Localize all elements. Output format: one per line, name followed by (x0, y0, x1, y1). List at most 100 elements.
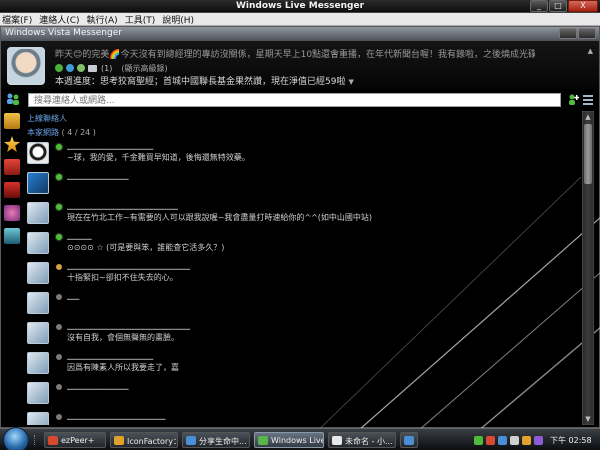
personal-message[interactable]: 昨天😊的完美🌈今天沒有到總經理的專訪沒關係，星期天早上10點還會重播，在年代新聞… (55, 47, 535, 59)
inner-window-controls (558, 28, 596, 39)
contact-avatar (27, 142, 49, 164)
add-contact-button-icon[interactable] (567, 94, 579, 105)
contact-avatar (27, 232, 49, 254)
contact-group-title[interactable]: 本家網路 ( 4 / 24 ) (23, 127, 575, 139)
menu-file[interactable]: 檔案(F) (2, 13, 32, 26)
menu-contacts[interactable]: 連絡人(C) (39, 13, 79, 26)
contact-name: ▁▁▁▁▁▁▁▁▁▁▁▁▁▁▁▁ (67, 411, 166, 420)
presence-offline-icon (56, 324, 62, 330)
contact-item[interactable]: ▁▁▁▁▁▁▁▁▁▁ (23, 169, 575, 199)
messenger-tray-icon[interactable] (474, 435, 483, 445)
task-iconfactory[interactable]: IconFactory：... (110, 432, 178, 448)
system-tray: 下午 02:58 (472, 431, 600, 449)
window-icon (404, 436, 414, 445)
bell-icon[interactable] (4, 113, 20, 129)
search-tools (567, 94, 593, 105)
network-icon[interactable] (498, 435, 507, 445)
messenger-window: Windows Vista Messenger 昨天😊的完美🌈今天沒有到總經理的… (0, 26, 600, 437)
contact-avatar (27, 382, 49, 404)
contact-avatar (27, 322, 49, 344)
contact-item[interactable]: ▁▁▁▁▁▁▁▁▁▁▁▁▁▁▁▁▁▁ 現在在竹北工作~有需要的人可以跟我說喔~我… (23, 199, 575, 229)
contact-item[interactable]: ▁▁▁▁ ⊙⊙⊙⊙ ☆ (可是要與笨，誰能查它活多久？) (23, 229, 575, 259)
presence-offline-icon (56, 414, 62, 420)
profile-collapse-icon[interactable]: ▲ (588, 47, 593, 55)
contact-avatar (27, 292, 49, 314)
iconfactory-icon (114, 436, 124, 445)
contact-message: ⊙⊙⊙⊙ ☆ (可是要與笨，誰能查它活多久？) (67, 243, 225, 252)
view-options-icon[interactable] (583, 94, 593, 105)
task-browser[interactable]: 分享生命中... (182, 432, 250, 448)
contact-item[interactable]: ▁▁▁▁▁▁▁▁▁▁▁▁▁▁ 因爲有陳素人所以我要走了，嘉 (23, 349, 575, 379)
contact-avatar (27, 172, 49, 194)
minimize-button[interactable]: _ (530, 0, 548, 12)
scroll-down-icon[interactable]: ▼ (583, 414, 593, 424)
clock[interactable]: 下午 02:58 (550, 435, 592, 446)
profile-panel: 昨天😊的完美🌈今天沒有到總經理的專訪沒關係，星期天早上10點還會重播，在年代新聞… (1, 41, 599, 89)
presence-offline-icon (56, 294, 62, 300)
menu-help[interactable]: 說明(H) (162, 13, 194, 26)
messenger-icon (258, 436, 268, 445)
volume-icon[interactable] (510, 435, 519, 445)
star-icon[interactable] (4, 136, 20, 152)
display-picture[interactable] (7, 47, 45, 85)
contact-item[interactable]: ▁▁▁▁▁▁▁▁▁▁▁▁▁▁▁▁▁▁▁▁ 沒有自我，會個無聲無的畫臉。 (23, 319, 575, 349)
spaces-icon[interactable] (66, 64, 74, 72)
security-icon[interactable] (522, 435, 531, 445)
now-playing[interactable]: 本週進度：思考狡窩聖經；首城中國聯長基金果然讚，現在淨值已經59啦 ▼ (55, 74, 354, 87)
presence-online-icon[interactable] (55, 64, 63, 72)
contact-item[interactable]: ▁▁▁▁▁▁▁▁▁▁▁▁▁▁▁▁ (23, 409, 575, 425)
mail-icon[interactable] (88, 64, 97, 72)
scroll-up-icon[interactable]: ▲ (583, 112, 593, 122)
contact-avatar (27, 262, 49, 284)
inner-close-button[interactable] (578, 28, 596, 39)
search-input[interactable] (28, 93, 561, 107)
inner-title-text: Windows Vista Messenger (5, 28, 122, 38)
contact-name: ▁▁▁▁▁▁▁▁▁▁▁▁▁▁ (67, 141, 154, 150)
presence-online-icon (56, 204, 62, 210)
add-contact-icon[interactable] (6, 93, 20, 105)
tray-app-icon[interactable] (534, 435, 543, 445)
menu-tools[interactable]: 工具(T) (125, 13, 156, 26)
notepad-icon (332, 436, 342, 445)
scroll-thumb[interactable] (584, 124, 592, 184)
contact-group-header[interactable]: 上線聯絡人 (23, 111, 575, 127)
contact-message: ~球，我的愛，千金難買早知道，後悔還無特效藥。 (67, 153, 250, 162)
display-name[interactable]: (顯示高級錄) (121, 63, 167, 74)
group-name: 本家網路 (27, 128, 59, 137)
task-extra[interactable] (400, 432, 418, 448)
task-ezpeer[interactable]: ezPeer+ (44, 432, 106, 448)
close-button[interactable]: X (568, 0, 598, 12)
window-titlebar[interactable]: Windows Live Messenger _ □ X (0, 0, 600, 13)
ezpeer-tray-icon[interactable] (486, 435, 495, 445)
contact-name: ▁▁▁▁▁▁▁▁▁▁ (67, 381, 129, 390)
photo-icon[interactable] (4, 228, 20, 244)
contact-item[interactable]: ▁▁▁▁▁▁▁▁▁▁▁▁▁▁ ~球，我的愛，千金難買早知道，後悔還無特效藥。 (23, 139, 575, 169)
menu-actions[interactable]: 執行(A) (87, 13, 118, 26)
inner-minimize-button[interactable] (559, 28, 577, 39)
contact-name: ▁▁▁▁▁▁▁▁▁▁ (67, 171, 129, 180)
presence-offline-icon (56, 384, 62, 390)
contact-item[interactable]: ▁▁▁▁▁▁▁▁▁▁▁▁▁▁▁▁▁▁▁▁ 十指緊扣~卻扣不住失去的心。 (23, 259, 575, 289)
task-messenger[interactable]: Windows Live... (254, 432, 324, 448)
chevron-down-icon[interactable]: ▼ (348, 78, 353, 86)
contact-card-icon[interactable] (77, 64, 85, 72)
contact-avatar (27, 412, 49, 425)
start-button[interactable] (3, 427, 29, 450)
contact-item[interactable]: ▁▁▁▁▁▁▁▁▁▁ (23, 379, 575, 409)
tab-rail (3, 113, 23, 423)
window-controls: _ □ X (529, 0, 598, 12)
hinet-icon[interactable] (4, 159, 20, 175)
news-icon[interactable] (4, 182, 20, 198)
maximize-button[interactable]: □ (549, 0, 567, 12)
quick-launch-divider (34, 435, 40, 445)
contact-list-scrollbar[interactable]: ▲ ▼ (582, 111, 594, 425)
mail-count: (1) (101, 63, 113, 73)
presence-away-icon (56, 264, 62, 270)
contact-item[interactable]: ▁▁ (23, 289, 575, 319)
contact-message: 因爲有陳素人所以我要走了，嘉 (67, 363, 179, 372)
task-notepad[interactable]: 未命名 - 小... (328, 432, 396, 448)
contact-name: ▁▁▁▁▁▁▁▁▁▁▁▁▁▁ (67, 351, 154, 360)
music-icon[interactable] (4, 205, 20, 221)
ezpeer-icon (48, 436, 58, 445)
contact-message: 現在在竹北工作~有需要的人可以跟我說喔~我會盡量打時速給你的^^(如中山國中站) (67, 213, 373, 222)
